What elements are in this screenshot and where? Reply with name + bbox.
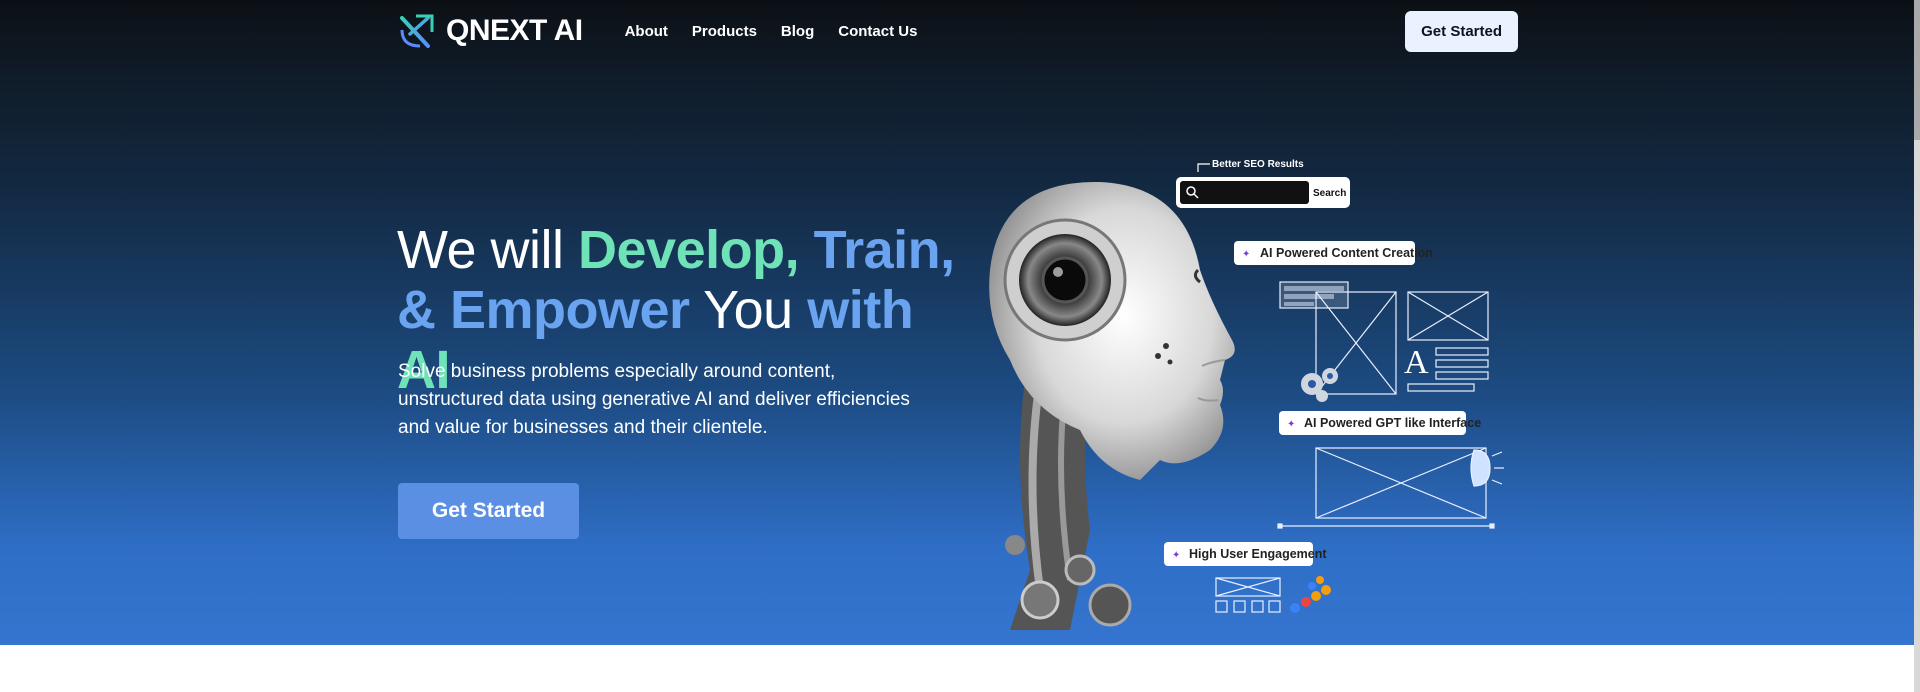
hero-get-started-button[interactable]: Get Started — [398, 483, 579, 539]
scrollbar-thumb[interactable] — [1914, 0, 1920, 140]
tag-content-creation: ✦ AI Powered Content Creation — [1234, 241, 1433, 265]
engagement-wireframe — [1215, 577, 1281, 613]
page-scrollbar[interactable] — [1914, 0, 1920, 692]
nav-links: About Products Blog Contact Us — [625, 23, 918, 40]
nav-link-blog[interactable]: Blog — [781, 23, 814, 40]
top-navbar: QNEXT AI About Products Blog Contact Us … — [398, 10, 1518, 52]
sparkle-icon: ✦ — [1287, 419, 1295, 430]
brand-logo[interactable]: QNEXT AI — [398, 12, 583, 50]
headline-develop: Develop, — [578, 220, 800, 280]
gears-icon — [1301, 368, 1338, 402]
headline-train: Train, — [799, 220, 956, 280]
gpt-wireframe — [1277, 447, 1504, 529]
tag-gpt-interface: ✦ AI Powered GPT like Interface — [1279, 411, 1481, 435]
seo-label: Better SEO Results — [1212, 159, 1304, 170]
brand-name: QNEXT AI — [446, 14, 583, 47]
nav-link-about[interactable]: About — [625, 23, 668, 40]
nav-link-contact[interactable]: Contact Us — [838, 23, 917, 40]
svg-text:AI Powered Content Creation: AI Powered Content Creation — [1260, 246, 1433, 260]
tag-user-engagement: ✦ High User Engagement — [1164, 542, 1327, 566]
sparkle-icon: ✦ — [1172, 550, 1180, 561]
headline-text-1: We will — [397, 220, 579, 280]
hero-illustration: Better SEO Results Search ✦ AI Powered C… — [989, 159, 1504, 630]
nav-get-started-button[interactable]: Get Started — [1405, 10, 1518, 52]
svg-text:AI Powered GPT like Interface: AI Powered GPT like Interface — [1304, 416, 1481, 430]
font-a-glyph: A — [1404, 344, 1429, 381]
headline-empower: & Empower — [397, 280, 690, 340]
reaction-emojis-icon — [1290, 576, 1331, 613]
sparkle-icon: ✦ — [1242, 249, 1250, 260]
headline-with: with — [807, 280, 914, 340]
search-button-label: Search — [1313, 188, 1346, 199]
nav-link-products[interactable]: Products — [692, 23, 757, 40]
hero-section: QNEXT AI About Products Blog Contact Us … — [0, 0, 1920, 645]
seo-search-widget: Better SEO Results Search — [1176, 159, 1350, 208]
brand-logo-mark-icon — [400, 14, 434, 48]
svg-text:High User Engagement: High User Engagement — [1189, 547, 1327, 561]
headline-you: You — [689, 280, 808, 340]
hero-subtext: Solve business problems especially aroun… — [398, 361, 910, 438]
